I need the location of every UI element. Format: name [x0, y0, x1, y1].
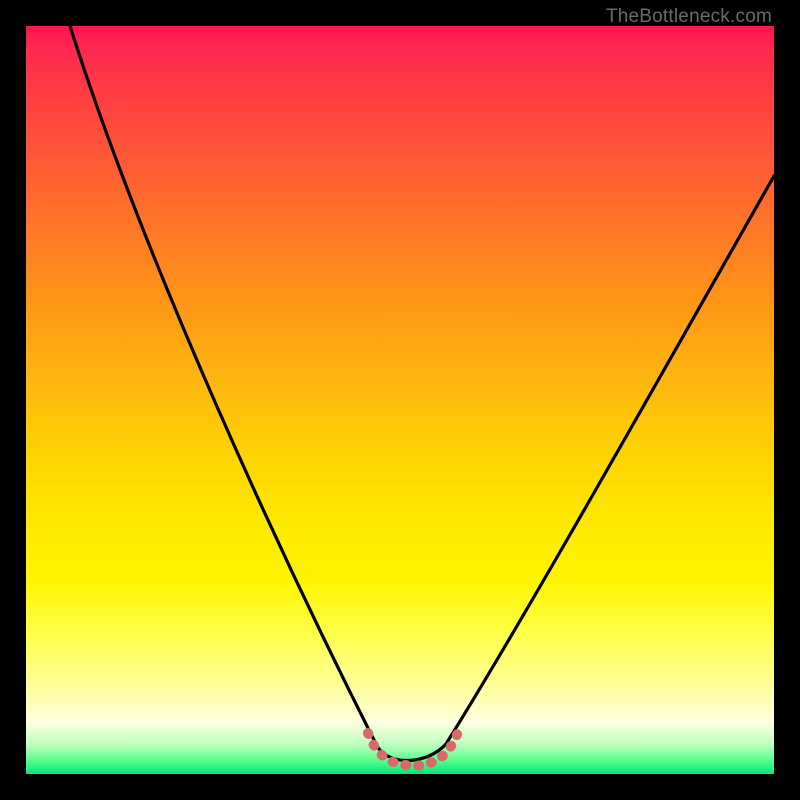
watermark-text: TheBottleneck.com	[606, 6, 772, 28]
chart-svg	[26, 26, 774, 774]
bottleneck-curve-path	[70, 26, 774, 761]
chart-plot-area	[26, 26, 774, 774]
